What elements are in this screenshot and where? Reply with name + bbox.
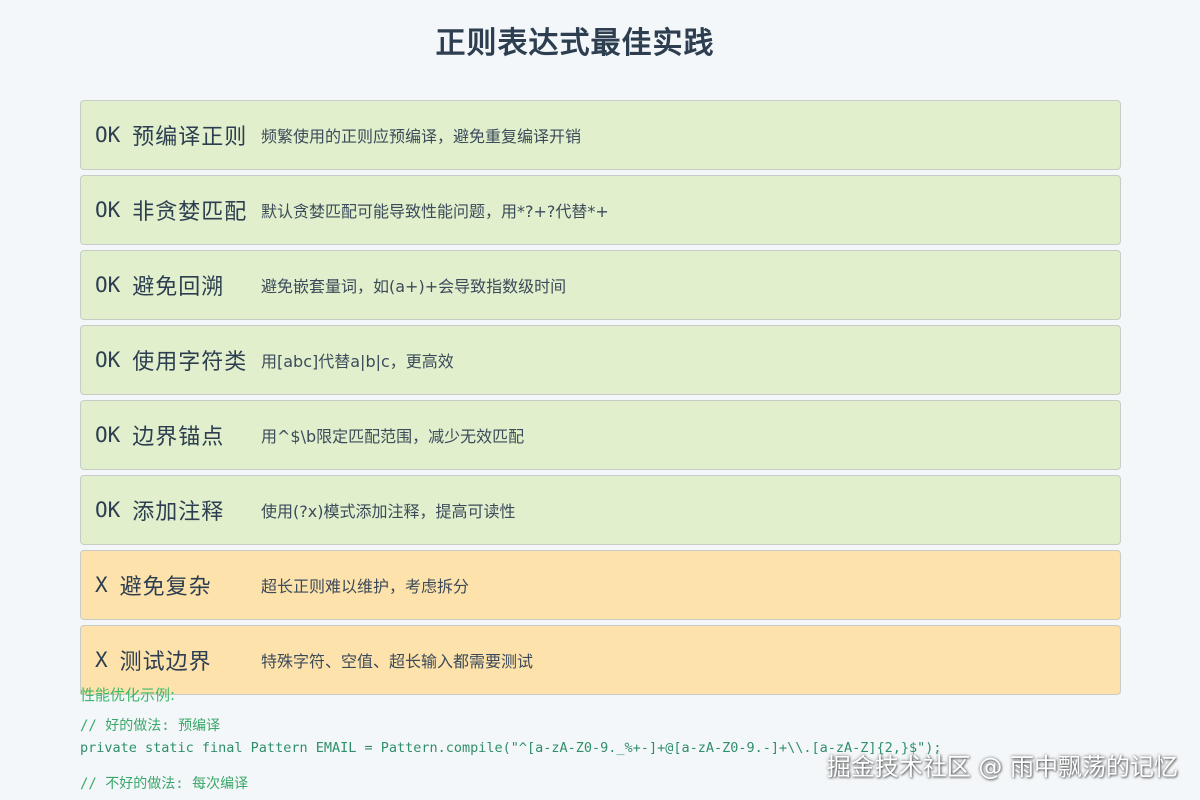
card-head: OK 预编译正则 <box>95 119 261 151</box>
page-title: 正则表达式最佳实践 <box>435 26 715 61</box>
card-title: 测试边界 <box>119 650 212 675</box>
practice-card-anchors: OK 边界锚点 用^$\b限定匹配范围，减少无效匹配 <box>80 400 1121 470</box>
card-head: X 避免复杂 <box>95 569 261 601</box>
card-title: 预编译正则 <box>132 125 248 150</box>
card-description: 避免嵌套量词，如(a+)+会导致指数级时间 <box>261 277 567 296</box>
practice-card-avoid-backtracking: OK 避免回溯 避免嵌套量词，如(a+)+会导致指数级时间 <box>80 250 1121 320</box>
card-description: 用[abc]代替a|b|c，更高效 <box>261 352 454 371</box>
ok-mark: OK <box>95 498 121 522</box>
ok-mark: OK <box>95 348 121 372</box>
card-title: 避免复杂 <box>119 575 212 600</box>
card-head: OK 边界锚点 <box>95 419 261 451</box>
practice-list: OK 预编译正则 频繁使用的正则应预编译，避免重复编译开销 OK 非贪婪匹配 默… <box>80 100 1121 700</box>
card-head: OK 非贪婪匹配 <box>95 194 261 226</box>
ok-mark: OK <box>95 198 121 222</box>
card-head: OK 避免回溯 <box>95 269 261 301</box>
code-heading: 性能优化示例: <box>80 686 176 704</box>
ok-mark: OK <box>95 273 121 297</box>
card-head: X 测试边界 <box>95 644 261 676</box>
card-title: 添加注释 <box>132 500 225 525</box>
card-head: OK 添加注释 <box>95 494 261 526</box>
x-mark: X <box>95 648 108 672</box>
card-title: 非贪婪匹配 <box>132 200 248 225</box>
card-description: 频繁使用的正则应预编译，避免重复编译开销 <box>261 127 582 146</box>
card-description: 特殊字符、空值、超长输入都需要测试 <box>261 652 534 671</box>
card-head: OK 使用字符类 <box>95 344 261 376</box>
card-title: 边界锚点 <box>132 425 225 450</box>
practice-card-char-class: OK 使用字符类 用[abc]代替a|b|c，更高效 <box>80 325 1121 395</box>
practice-card-avoid-complex: X 避免复杂 超长正则难以维护，考虑拆分 <box>80 550 1121 620</box>
ok-mark: OK <box>95 423 121 447</box>
code-comment-good: // 好的做法: 预编译 <box>80 718 221 734</box>
practice-card-non-greedy: OK 非贪婪匹配 默认贪婪匹配可能导致性能问题，用*?+?代替*+ <box>80 175 1121 245</box>
card-title: 避免回溯 <box>132 275 225 300</box>
card-title: 使用字符类 <box>132 350 248 375</box>
watermark: 掘金技术社区 @ 雨中飘荡的记忆 <box>826 753 1178 781</box>
card-description: 默认贪婪匹配可能导致性能问题，用*?+?代替*+ <box>261 202 609 221</box>
card-description: 使用(?x)模式添加注释，提高可读性 <box>261 502 516 521</box>
practice-card-precompile: OK 预编译正则 频繁使用的正则应预编译，避免重复编译开销 <box>80 100 1121 170</box>
card-description: 用^$\b限定匹配范围，减少无效匹配 <box>261 427 525 446</box>
x-mark: X <box>95 573 108 597</box>
ok-mark: OK <box>95 123 121 147</box>
card-description: 超长正则难以维护，考虑拆分 <box>261 577 470 596</box>
practice-card-comments: OK 添加注释 使用(?x)模式添加注释，提高可读性 <box>80 475 1121 545</box>
